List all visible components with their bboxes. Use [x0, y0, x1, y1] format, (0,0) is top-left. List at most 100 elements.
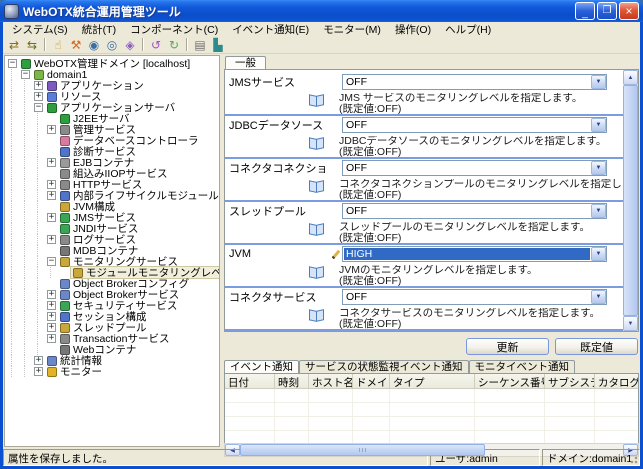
- menu-item-7[interactable]: ヘルプ(H): [438, 22, 498, 37]
- tree-expander[interactable]: +: [47, 235, 56, 244]
- tree-expander[interactable]: +: [47, 180, 56, 189]
- combo-arrow-icon[interactable]: ▼: [591, 161, 606, 175]
- setting-description: JVMのモニタリングレベルを指定します。(既定値:OFF): [339, 265, 537, 287]
- tree-expander[interactable]: +: [47, 213, 56, 222]
- tree-node[interactable]: モニター: [45, 366, 104, 377]
- column-header-7[interactable]: サブシステムID: [545, 374, 595, 388]
- tree-guide: [19, 212, 32, 223]
- book-icon: [309, 181, 325, 192]
- tree-expander[interactable]: +: [47, 301, 56, 310]
- combo-arrow-icon[interactable]: ▼: [591, 75, 606, 89]
- tree-guide: [32, 256, 45, 267]
- menu-item-1[interactable]: システム(S): [5, 22, 75, 37]
- setting-select[interactable]: OFF▼: [342, 74, 607, 90]
- tree-expander[interactable]: +: [47, 312, 56, 321]
- title-bar[interactable]: WebOTX統合運用管理ツール _ ❒ ×: [0, 0, 643, 22]
- menu-item-6[interactable]: 操作(O): [388, 22, 438, 37]
- detail-panel: 一般 JMSサービスOFF▼JMS サービスのモニタリングレベルを指定します。(…: [224, 55, 640, 447]
- inspect-icon[interactable]: ◎: [103, 37, 121, 53]
- column-header-3[interactable]: ホスト名: [309, 374, 353, 388]
- refresh-back-icon[interactable]: ↺: [147, 37, 165, 53]
- package-icon[interactable]: ◈: [121, 37, 139, 53]
- scroll-thumb[interactable]: [623, 85, 638, 316]
- column-header-8[interactable]: カタログID: [595, 374, 639, 388]
- menu-item-5[interactable]: モニター(M): [316, 22, 388, 37]
- column-header-1[interactable]: 日付: [225, 374, 275, 388]
- menu-item-2[interactable]: 統計(T): [75, 22, 123, 37]
- tree-expander[interactable]: −: [8, 59, 17, 68]
- combo-arrow-icon[interactable]: ▼: [591, 204, 606, 218]
- setting-select[interactable]: OFF▼: [342, 117, 607, 133]
- tree-guide: [19, 256, 32, 267]
- tree-expander[interactable]: +: [34, 81, 43, 90]
- toolbar: ⇄⇆ ☝⚒◉◎◈ ↺↻ ▤▙: [3, 36, 640, 54]
- combo-arrow-icon[interactable]: ▼: [591, 118, 606, 132]
- default-value-button[interactable]: 既定値: [555, 338, 638, 355]
- table-cell: [353, 431, 390, 443]
- maximize-button[interactable]: ❒: [597, 2, 617, 20]
- tree-expander[interactable]: +: [34, 92, 43, 101]
- tree-expander[interactable]: +: [34, 356, 43, 365]
- tree-expander[interactable]: +: [34, 367, 43, 376]
- tree-guide: [19, 223, 32, 234]
- scroll-down-button[interactable]: ▼: [623, 316, 638, 331]
- combo-arrow-icon[interactable]: ▼: [591, 290, 606, 304]
- settings-button-row: 更新 既定値: [224, 332, 639, 359]
- update-button[interactable]: 更新: [466, 338, 549, 355]
- setting-select[interactable]: OFF▼: [342, 160, 607, 176]
- install-icon[interactable]: ☝: [49, 37, 67, 53]
- table-cell: [390, 403, 475, 416]
- menu-item-3[interactable]: コンポーネント(C): [123, 22, 225, 37]
- tree-expander[interactable]: +: [47, 158, 56, 167]
- column-header-6[interactable]: シーケンス番号: [475, 374, 545, 388]
- column-header-2[interactable]: 時刻: [275, 374, 309, 388]
- tree-item-1[interactable]: −WebOTX管理ドメイン [localhost]: [6, 58, 219, 69]
- tree-expander[interactable]: +: [47, 125, 56, 134]
- tab-general[interactable]: 一般: [225, 56, 266, 69]
- deploy-icon[interactable]: ⚒: [67, 37, 85, 53]
- tree-expander[interactable]: −: [34, 103, 43, 112]
- scroll-up-button[interactable]: ▲: [623, 70, 638, 85]
- refresh-forward-icon[interactable]: ↻: [165, 37, 183, 53]
- close-button[interactable]: ×: [619, 2, 639, 20]
- scroll-up-icon: ▲: [628, 75, 634, 81]
- export-config-icon[interactable]: ⇄: [5, 37, 23, 53]
- setting-select[interactable]: OFF▼: [342, 289, 607, 305]
- monitor-icon: [47, 367, 57, 377]
- setting-label: スレッドプール: [229, 203, 329, 219]
- setting-select[interactable]: HIGH▼: [342, 246, 607, 262]
- jndi-service-icon: [60, 224, 70, 234]
- tree-node[interactable]: WebOTX管理ドメイン [localhost]: [19, 58, 192, 69]
- column-header-4[interactable]: ドメイン名: [353, 374, 390, 388]
- hscroll-thumb[interactable]: [240, 444, 485, 456]
- tree-item-3[interactable]: +アプリケーション: [6, 80, 219, 91]
- event-tab-1[interactable]: イベント通知: [224, 360, 299, 373]
- tree-expander[interactable]: −: [21, 70, 30, 79]
- minimize-button[interactable]: _: [575, 2, 595, 20]
- tree-expander[interactable]: +: [47, 323, 56, 332]
- resize-grip[interactable]: [627, 453, 639, 465]
- tree-expander[interactable]: +: [47, 191, 56, 200]
- tree-expander[interactable]: −: [47, 257, 56, 266]
- import-config-icon[interactable]: ⇆: [23, 37, 41, 53]
- setting-row-line1: コネクタコネクションプールOFF▼: [229, 159, 621, 177]
- tree-item-27[interactable]: Webコンテナ: [6, 344, 219, 355]
- setting-select[interactable]: OFF▼: [342, 203, 607, 219]
- column-header-5[interactable]: タイプ: [390, 374, 475, 388]
- tree-expander[interactable]: +: [47, 334, 56, 343]
- tree-expander[interactable]: +: [47, 290, 56, 299]
- transaction-service-icon: [60, 334, 70, 344]
- object-broker-config-icon: [60, 279, 70, 289]
- menu-item-4[interactable]: イベント通知(E): [225, 22, 316, 37]
- search-icon[interactable]: ◉: [85, 37, 103, 53]
- window-title: WebOTX統合運用管理ツール: [23, 3, 571, 20]
- printer-icon[interactable]: ▤: [191, 37, 209, 53]
- settings-scrollbar[interactable]: ▲ ▼: [623, 70, 638, 331]
- event-tab-3[interactable]: モニタイベント通知: [469, 360, 576, 373]
- event-tab-2[interactable]: サービスの状態監視イベント通知: [299, 360, 469, 373]
- tree-guide: [6, 91, 19, 102]
- chart-icon[interactable]: ▙: [209, 37, 227, 53]
- select-value: OFF: [344, 291, 590, 303]
- combo-arrow-icon[interactable]: ▼: [591, 247, 606, 261]
- tree-item-29[interactable]: +モニター: [6, 366, 219, 377]
